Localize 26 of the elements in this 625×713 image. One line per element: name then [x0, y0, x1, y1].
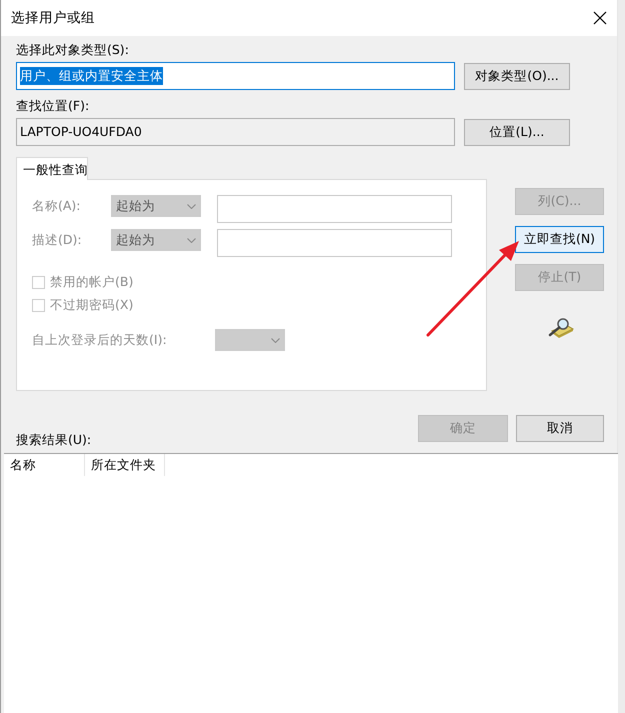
dialog-button[interactable]: 取消 — [516, 415, 604, 442]
column-header[interactable]: 所在文件夹 — [85, 454, 165, 476]
dialog-button[interactable]: 位置(L)... — [464, 118, 570, 146]
chevron-icon — [187, 238, 196, 242]
input-field[interactable]: LAPTOP-UO4UFDA0 — [16, 118, 455, 146]
input-field[interactable] — [217, 195, 452, 223]
field-label: 选择此对象类型(S): — [16, 42, 130, 58]
results-list[interactable]: 名称 所在文件夹 — [4, 453, 618, 713]
dialog-button[interactable]: 对象类型(O)... — [464, 62, 570, 90]
tab[interactable]: 一般性查询 — [16, 157, 88, 180]
field-label: 描述(D): — [32, 231, 83, 249]
column-header[interactable]: 名称 — [4, 454, 85, 476]
chevron-icon — [187, 204, 196, 208]
field-label: 名称(A): — [32, 197, 82, 215]
magnifier-icon — [546, 317, 574, 339]
dialog-button[interactable]: 立即查找(N) — [515, 226, 604, 253]
close-icon[interactable] — [593, 11, 607, 25]
checkbox-label: 不过期密码(X) — [50, 296, 134, 314]
section-label: 搜索结果(U): — [16, 432, 92, 448]
window-title: 选择用户或组 — [11, 8, 95, 28]
checkbox-label: 禁用的帐户(B) — [50, 272, 134, 291]
input-field[interactable]: 用户、组或内置安全主体 — [16, 62, 455, 90]
field-label: 查找位置(F): — [16, 98, 90, 114]
input-field[interactable] — [217, 229, 452, 257]
chevron-icon — [271, 338, 280, 342]
field-label: 自上次登录后的天数(I): — [32, 331, 168, 349]
